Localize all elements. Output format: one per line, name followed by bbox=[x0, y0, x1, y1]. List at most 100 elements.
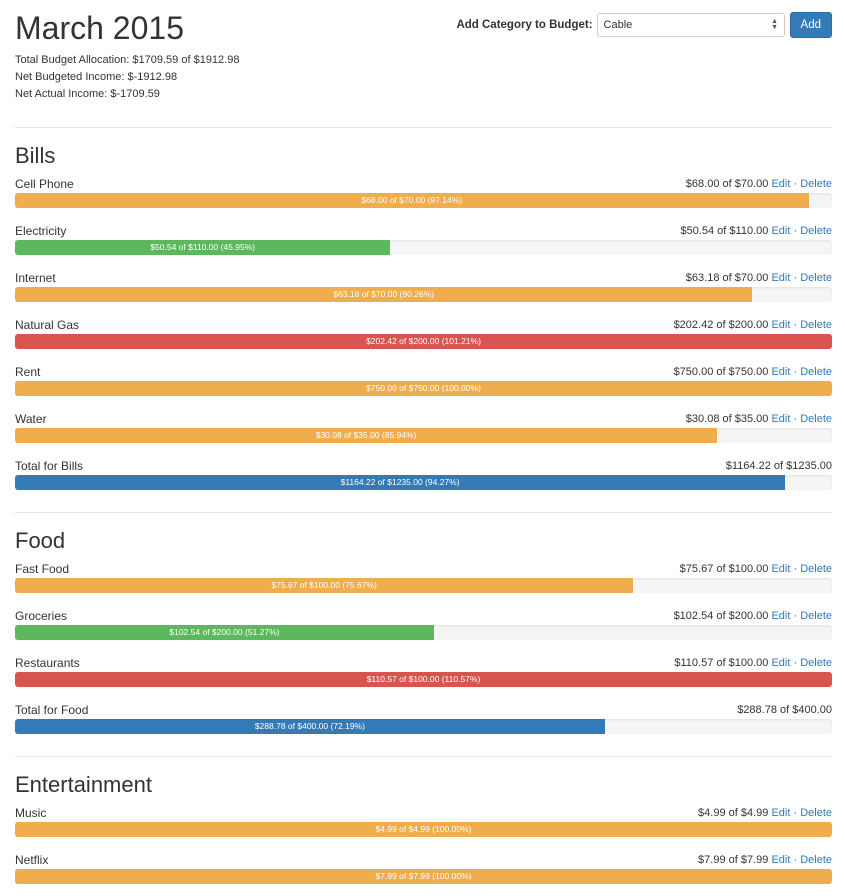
total-label: Total for Food bbox=[15, 703, 89, 717]
edit-link[interactable]: Edit bbox=[771, 272, 790, 284]
progress-bar: $4.99 of $4.99 (100.00%) bbox=[15, 822, 832, 837]
amount-text: $75.67 of $100.00 bbox=[679, 563, 769, 575]
amount-and-actions: $50.54 of $110.00 Edit · Delete bbox=[680, 224, 832, 238]
category-select-value: Cable bbox=[603, 19, 633, 31]
delete-link[interactable]: Delete bbox=[800, 272, 832, 284]
progress-bar: $110.57 of $100.00 (110.57%) bbox=[15, 672, 832, 687]
delete-link[interactable]: Delete bbox=[800, 178, 832, 190]
progress-track: $50.54 of $110.00 (45.95%) bbox=[15, 240, 832, 255]
amount-and-actions: $75.67 of $100.00 Edit · Delete bbox=[680, 562, 832, 576]
delete-link[interactable]: Delete bbox=[800, 413, 832, 425]
amount-and-actions: $750.00 of $750.00 Edit · Delete bbox=[674, 365, 832, 379]
page-title: March 2015 bbox=[15, 10, 184, 46]
link-separator: · bbox=[793, 366, 798, 378]
budget-category-row: Internet $63.18 of $70.00 Edit · Delete $6… bbox=[15, 271, 832, 303]
section-divider bbox=[15, 512, 832, 513]
progress-track: $1164.22 of $1235.00 (94.27%) bbox=[15, 475, 832, 490]
amount-and-actions: $68.00 of $70.00 Edit · Delete bbox=[686, 177, 832, 191]
amount-and-actions: $7.99 of $7.99 Edit · Delete bbox=[698, 853, 832, 867]
progress-track: $110.57 of $100.00 (110.57%) bbox=[15, 672, 832, 687]
progress-bar: $7.99 of $7.99 (100.00%) bbox=[15, 869, 832, 884]
amount-text: $202.42 of $200.00 bbox=[673, 319, 769, 331]
edit-link[interactable]: Edit bbox=[771, 854, 790, 866]
edit-link[interactable]: Edit bbox=[771, 413, 790, 425]
progress-bar: $50.54 of $110.00 (45.95%) bbox=[15, 240, 391, 255]
amount-text: $50.54 of $110.00 bbox=[680, 225, 769, 237]
add-category-label: Add Category to Budget: bbox=[456, 19, 593, 31]
section-total-row: Total for Bills $1164.22 of $1235.00 $1164… bbox=[15, 459, 832, 491]
edit-link[interactable]: Edit bbox=[771, 807, 790, 819]
progress-track: $202.42 of $200.00 (101.21%) bbox=[15, 334, 832, 349]
link-separator: · bbox=[793, 272, 798, 284]
budget-category-row: Cell Phone $68.00 of $70.00 Edit · Delete… bbox=[15, 177, 832, 209]
link-separator: · bbox=[793, 178, 798, 190]
amount-and-actions: $288.78 of $400.00 bbox=[737, 703, 832, 717]
budget-category-row: Electricity $50.54 of $110.00 Edit · Dele… bbox=[15, 224, 832, 256]
section-total-row: Total for Food $288.78 of $400.00 $288.78 … bbox=[15, 703, 832, 735]
delete-link[interactable]: Delete bbox=[800, 610, 832, 622]
progress-track: $30.08 of $35.00 (85.94%) bbox=[15, 428, 832, 443]
budget-category-row: Fast Food $75.67 of $100.00 Edit · Delete… bbox=[15, 562, 832, 594]
edit-link[interactable]: Edit bbox=[771, 178, 790, 190]
amount-and-actions: $4.99 of $4.99 Edit · Delete bbox=[698, 806, 832, 820]
category-name: Netflix bbox=[15, 853, 49, 867]
total-label: Total for Bills bbox=[15, 459, 84, 473]
budget-category-row: Netflix $7.99 of $7.99 Edit · Delete $7.99… bbox=[15, 853, 832, 885]
delete-link[interactable]: Delete bbox=[800, 854, 832, 866]
edit-link[interactable]: Edit bbox=[771, 657, 790, 669]
delete-link[interactable]: Delete bbox=[800, 563, 832, 575]
category-select[interactable]: Cable ▲ ▼ bbox=[596, 13, 785, 37]
delete-link[interactable]: Delete bbox=[800, 807, 832, 819]
progress-track: $102.54 of $200.00 (51.27%) bbox=[15, 625, 832, 640]
amount-and-actions: $110.57 of $100.00 Edit · Delete bbox=[674, 656, 832, 670]
delete-link[interactable]: Delete bbox=[800, 366, 832, 378]
link-separator: · bbox=[793, 225, 798, 237]
progress-track: $750.00 of $750.00 (100.00%) bbox=[15, 381, 832, 396]
budget-category-row: Water $30.08 of $35.00 Edit · Delete $30.0… bbox=[15, 412, 832, 444]
progress-track: $288.78 of $400.00 (72.19%) bbox=[15, 719, 832, 734]
add-category-button[interactable]: Add bbox=[789, 12, 832, 38]
section-divider bbox=[15, 127, 832, 128]
link-separator: · bbox=[793, 563, 798, 575]
category-name: Groceries bbox=[15, 609, 68, 623]
select-arrows-icon: ▲ ▼ bbox=[771, 18, 778, 31]
add-category-form: Add Category to Budget: Cable ▲ ▼ Add bbox=[456, 12, 832, 38]
amount-text: $63.18 of $70.00 bbox=[685, 272, 769, 284]
section-title: Bills bbox=[15, 143, 56, 168]
budget-category-row: Natural Gas $202.42 of $200.00 Edit · Del… bbox=[15, 318, 832, 350]
category-name: Fast Food bbox=[15, 562, 70, 576]
progress-track: $4.99 of $4.99 (100.00%) bbox=[15, 822, 832, 837]
budget-category-row: Rent $750.00 of $750.00 Edit · Delete $750… bbox=[15, 365, 832, 397]
delete-link[interactable]: Delete bbox=[800, 225, 832, 237]
delete-link[interactable]: Delete bbox=[800, 319, 832, 331]
amount-and-actions: $102.54 of $200.00 Edit · Delete bbox=[674, 609, 832, 623]
category-name: Internet bbox=[15, 271, 56, 285]
amount-and-actions: $1164.22 of $1235.00 bbox=[726, 459, 832, 473]
section-title: Entertainment bbox=[15, 772, 152, 797]
link-separator: · bbox=[793, 610, 798, 622]
progress-bar: $30.08 of $35.00 (85.94%) bbox=[15, 428, 718, 443]
progress-bar: $75.67 of $100.00 (75.67%) bbox=[15, 578, 634, 593]
category-name: Natural Gas bbox=[15, 318, 80, 332]
edit-link[interactable]: Edit bbox=[771, 610, 790, 622]
amount-text: $102.54 of $200.00 bbox=[673, 610, 769, 622]
edit-link[interactable]: Edit bbox=[771, 319, 790, 331]
budget-summary: Total Budget Allocation: $1709.59 of $19… bbox=[15, 52, 239, 103]
budget-category-row: Restaurants $110.57 of $100.00 Edit · Del… bbox=[15, 656, 832, 688]
progress-bar: $288.78 of $400.00 (72.19%) bbox=[15, 719, 605, 734]
link-separator: · bbox=[793, 657, 798, 669]
progress-track: $7.99 of $7.99 (100.00%) bbox=[15, 869, 832, 884]
amount-and-actions: $63.18 of $70.00 Edit · Delete bbox=[686, 271, 832, 285]
progress-bar: $68.00 of $70.00 (97.14%) bbox=[15, 193, 809, 208]
category-name: Restaurants bbox=[15, 656, 80, 670]
amount-text: $110.57 of $100.00 bbox=[674, 657, 769, 669]
progress-track: $63.18 of $70.00 (90.26%) bbox=[15, 287, 832, 302]
edit-link[interactable]: Edit bbox=[771, 225, 790, 237]
edit-link[interactable]: Edit bbox=[771, 563, 790, 575]
link-separator: · bbox=[793, 854, 798, 866]
link-separator: · bbox=[793, 413, 798, 425]
progress-bar: $102.54 of $200.00 (51.27%) bbox=[15, 625, 434, 640]
delete-link[interactable]: Delete bbox=[800, 657, 832, 669]
edit-link[interactable]: Edit bbox=[771, 366, 790, 378]
progress-track: $68.00 of $70.00 (97.14%) bbox=[15, 193, 832, 208]
